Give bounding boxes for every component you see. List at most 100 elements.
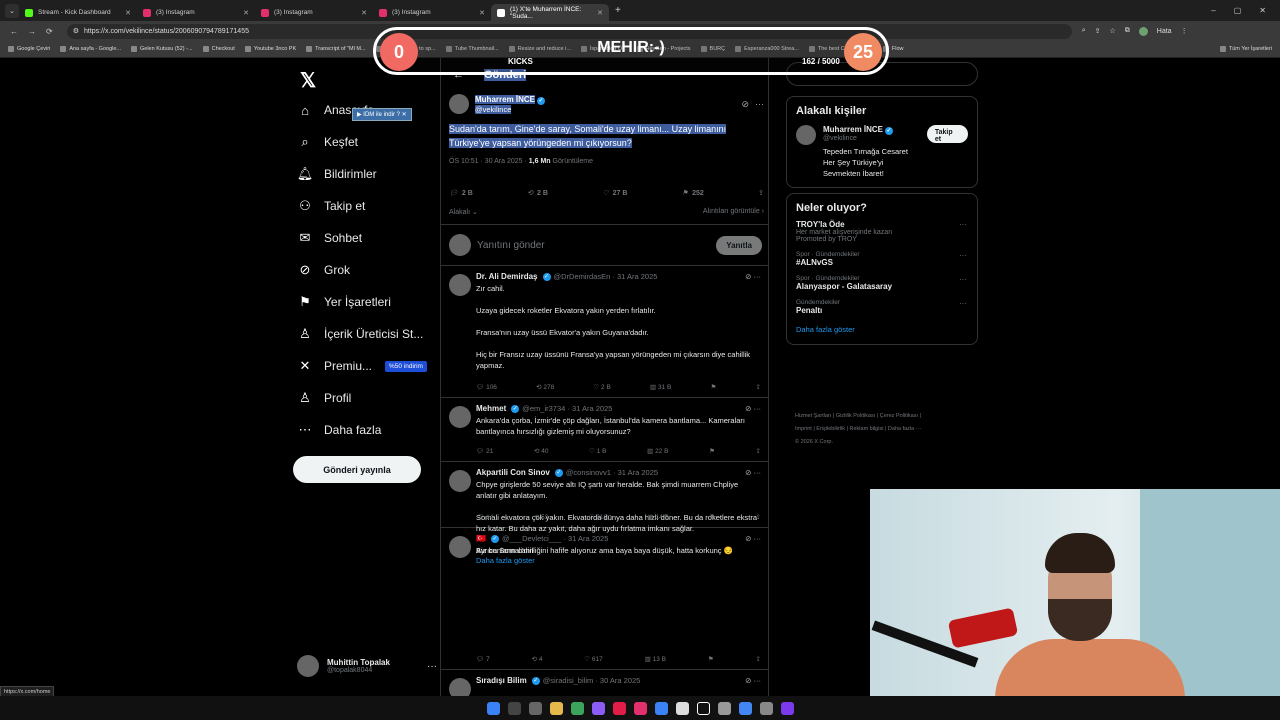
app-icon[interactable] <box>675 701 689 715</box>
bookmark-icon[interactable]: ⚑ <box>711 383 717 391</box>
more-icon[interactable]: ··· <box>959 275 967 284</box>
share-icon[interactable]: ⇪ <box>756 383 761 391</box>
more-icon[interactable]: ⊘ ··· <box>745 468 761 477</box>
reply-button[interactable]: Yanıtla <box>716 235 762 255</box>
views-action[interactable]: ▥ 14 B <box>648 513 669 521</box>
chrome-icon[interactable] <box>738 701 752 715</box>
show-more-link[interactable]: Daha fazla göster <box>787 317 977 344</box>
forward-icon[interactable]: → <box>28 27 36 36</box>
like-action[interactable]: ♡ 27 B <box>602 189 627 198</box>
bookmark-item[interactable]: Ana sayfa - Google... <box>60 46 121 52</box>
browser-tab[interactable]: (3) Instagram ✕ <box>373 4 491 21</box>
reply-input[interactable]: Yanıtını gönder <box>477 240 545 251</box>
views-action[interactable]: ▥ 31 B <box>650 383 671 391</box>
reply-post[interactable]: 🇹🇷 ✓ @___Devletci___ · 31 Ara 2025 ⊘ ··· Bi… <box>441 528 768 670</box>
reply-action[interactable]: 💬︎ 14 <box>476 513 493 521</box>
photoshop-icon[interactable] <box>654 701 668 715</box>
author-name[interactable]: 🇹🇷 <box>476 534 486 543</box>
repost-action[interactable]: ⟲ 40 <box>534 447 549 455</box>
reload-icon[interactable]: ⟳ <box>46 27 53 36</box>
author-name[interactable]: Dr. Ali Demirdaş <box>476 272 538 281</box>
bookmark-item[interactable]: Checkout <box>202 46 235 52</box>
view-quotes-link[interactable]: Alıntıları görüntüle › <box>703 208 764 216</box>
close-tab-icon[interactable]: ✕ <box>479 9 485 17</box>
share-icon[interactable]: ⇪ <box>755 655 760 663</box>
repost-action[interactable]: ⟲ 278 <box>536 383 554 391</box>
close-tab-icon[interactable]: ✕ <box>243 9 249 17</box>
trend-item[interactable]: TROY'la Öde Her market alışverişinde kaz… <box>787 214 977 245</box>
avatar[interactable] <box>449 678 471 696</box>
bookmark-item[interactable]: Gelen Kutusu (52) -... <box>131 46 193 52</box>
extensions-icon[interactable]: ⧉ <box>1125 27 1130 35</box>
sidebar-item-grok[interactable]: ⊘ Grok <box>297 254 442 286</box>
avatar[interactable] <box>449 274 471 296</box>
app-icon[interactable] <box>570 701 584 715</box>
more-icon[interactable]: ⊘ ··· <box>745 676 761 685</box>
bookmark-item[interactable]: Youtube 3nco PK <box>244 46 296 52</box>
author-handle[interactable]: @em_ir3734 · 31 Ara 2025 <box>522 404 612 413</box>
sidebar-item-mail[interactable]: ✉ Sohbet <box>297 222 442 254</box>
new-tab-button[interactable]: + <box>615 5 621 16</box>
idm-download-button[interactable]: ▶ IDM ile indir ? ✕ <box>352 108 412 121</box>
star-icon[interactable]: ☆ <box>1110 27 1116 35</box>
author-handle[interactable]: @consinovv1 · 31 Ara 2025 <box>566 468 658 477</box>
sidebar-item-x-premium[interactable]: ✕ Premiu... %50 indirim <box>297 350 442 382</box>
more-icon[interactable]: ⊘ ··· <box>745 404 761 413</box>
author-handle[interactable]: @___Devletci___ · 31 Ara 2025 <box>502 534 608 543</box>
browser-tab[interactable]: (3) Instagram ✕ <box>255 4 373 21</box>
sidebar-item-bell[interactable]: 🔔︎ Bildirimler <box>297 158 442 190</box>
x-logo-icon[interactable]: 𝕏 <box>300 68 316 93</box>
like-action[interactable]: ♡ 1 B <box>589 447 606 455</box>
post-button[interactable]: Gönderi yayınla <box>293 456 421 483</box>
trend-item[interactable]: Gündemdekiler Penaltı ··· <box>787 293 977 317</box>
grok-icon[interactable]: ⊘ <box>741 99 749 110</box>
author-name[interactable]: Sıradışı Bilim <box>476 676 527 685</box>
share-icon[interactable]: ⇪ <box>756 513 761 521</box>
app-icon[interactable] <box>612 701 626 715</box>
footer-line[interactable]: Hizmet Şartları | Gizlilik Politikası | … <box>795 410 970 423</box>
browser-tab[interactable]: (1) X'te Muharrem İNCE: "Suda... ✕ <box>491 4 609 21</box>
views-action[interactable]: ▥ 13 B <box>645 655 666 663</box>
avatar[interactable] <box>449 94 469 114</box>
bookmark-item[interactable]: Transcript of "Ml M... <box>306 46 366 52</box>
tiktok-icon[interactable] <box>696 701 710 715</box>
reply-action[interactable]: 💬︎ 106 <box>476 383 497 391</box>
app-icon[interactable] <box>591 701 605 715</box>
start-icon[interactable] <box>486 701 500 715</box>
more-icon[interactable]: ⊘ ··· <box>745 534 761 543</box>
like-action[interactable]: ♡ 617 <box>584 655 603 663</box>
back-icon[interactable]: ← <box>10 27 18 36</box>
reply-post[interactable]: Dr. Ali Demirdaş ✓ @DrDemirdasEn · 31 Ara … <box>441 266 768 398</box>
reply-action[interactable]: 💬︎ 21 <box>476 447 493 455</box>
like-action[interactable]: ♡ 912 <box>589 513 608 521</box>
bookmark-icon[interactable]: ⚑ <box>708 655 714 663</box>
bookmark-item[interactable]: Google Çeviri <box>8 46 50 52</box>
sidebar-item-bookmark[interactable]: ⚑ Yer İşaretleri <box>297 286 442 318</box>
more-icon[interactable]: ··· <box>959 220 967 229</box>
repost-action[interactable]: ⟲ 4 <box>532 655 543 663</box>
trend-item[interactable]: Spor · Gündemdekiler Alanyaspor - Galata… <box>787 269 977 293</box>
app-icon[interactable] <box>780 701 794 715</box>
author-name[interactable]: Akpartili Con Sinov <box>476 468 550 477</box>
bookmark-icon[interactable]: ⚑ <box>709 513 715 521</box>
capcut-icon[interactable] <box>717 701 731 715</box>
reply-post[interactable]: Mehmet ✓ @em_ir3734 · 31 Ara 2025 ⊘ ··· Ank… <box>441 398 768 462</box>
author-handle[interactable]: @siradisi_bilim · 30 Ara 2025 <box>543 676 641 685</box>
close-window-button[interactable]: ✕ <box>1259 6 1266 15</box>
browser-tab[interactable]: (3) Instagram ✕ <box>137 4 255 21</box>
account-switcher[interactable]: Muhittin Topalak @topalak8044 ··· <box>297 655 437 677</box>
avatar[interactable] <box>449 406 471 428</box>
like-action[interactable]: ♡ 2 B <box>593 383 610 391</box>
more-icon[interactable]: ··· <box>427 661 437 672</box>
bookmark-icon[interactable]: ⚑ <box>709 447 715 455</box>
bookmark-action[interactable]: ⚑ 252 <box>682 189 704 198</box>
browser-tab[interactable]: Stream - Kick Dashboard ✕ <box>19 4 137 21</box>
avatar[interactable] <box>796 125 816 145</box>
avatar[interactable] <box>449 536 471 558</box>
views-action[interactable]: ▥ 22 B <box>647 447 668 455</box>
close-tab-icon[interactable]: ✕ <box>597 9 603 17</box>
app-icon[interactable] <box>759 701 773 715</box>
more-icon[interactable]: ··· <box>959 299 967 308</box>
author-handle[interactable]: @DrDemirdasEn · 31 Ara 2025 <box>554 272 658 281</box>
sidebar-item-profile[interactable]: ♙ Profil <box>297 382 442 414</box>
